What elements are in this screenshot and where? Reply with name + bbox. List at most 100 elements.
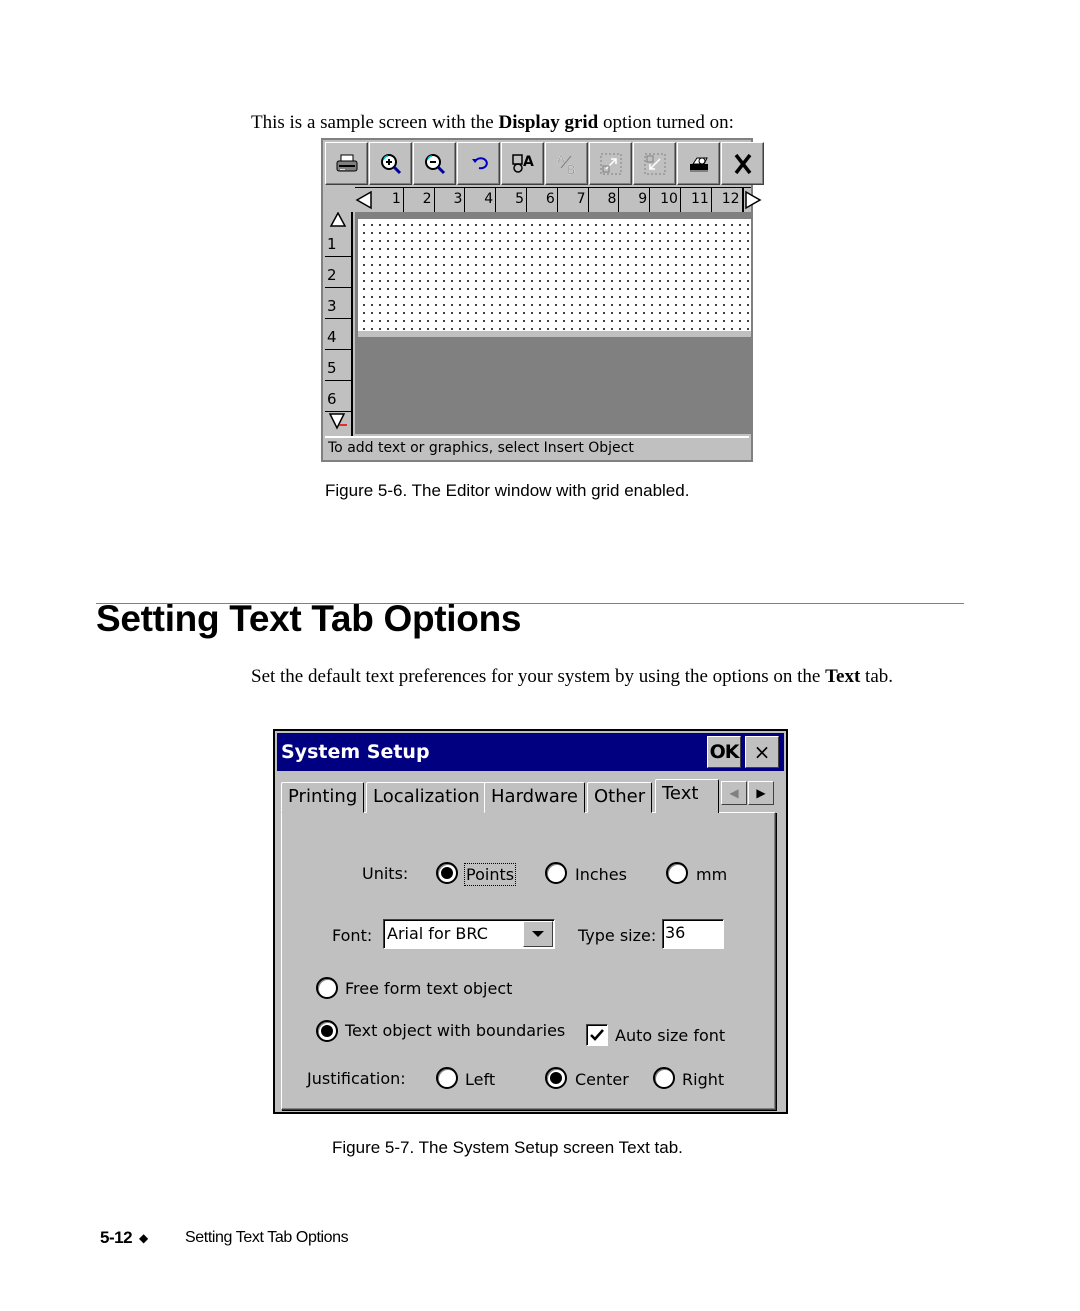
vertical-ruler: 123456 [325, 212, 353, 436]
print-preview-button[interactable] [677, 142, 720, 185]
editor-toolbar: A AB [325, 142, 765, 186]
ruler-tick: 5 [496, 188, 527, 212]
close-button[interactable]: × [745, 736, 779, 768]
label-canvas-area[interactable] [355, 212, 751, 434]
with-boundaries-radio[interactable] [316, 1020, 338, 1042]
insert-object-button[interactable]: A [501, 142, 544, 185]
label-grid[interactable] [358, 219, 751, 337]
triangle-right-icon [744, 190, 762, 210]
checkmark-icon [590, 1029, 604, 1041]
scroll-down-button[interactable] [325, 412, 351, 430]
status-bar: To add text or graphics, select Insert O… [325, 436, 749, 458]
chevron-down-icon [532, 931, 544, 937]
svg-text:B: B [567, 163, 575, 177]
font-dropdown-button[interactable] [523, 921, 553, 947]
justify-left-radio[interactable] [436, 1067, 458, 1089]
auto-size-label[interactable]: Auto size font [615, 1026, 725, 1045]
auto-size-checkbox[interactable] [586, 1024, 608, 1046]
ruler-tick: 7 [558, 188, 589, 212]
ruler-tick: 4 [465, 188, 497, 212]
units-mm-radio[interactable] [666, 862, 688, 884]
undo-button[interactable] [457, 142, 500, 185]
move-object-button[interactable] [633, 142, 676, 185]
ruler-tick: 3 [325, 288, 351, 319]
tab-scroll-right-button[interactable]: ▶ [748, 781, 774, 805]
text-properties-button[interactable]: AB [545, 142, 588, 185]
ruler-tick: 1 [325, 226, 351, 257]
arrow-left-icon: ◀ [729, 785, 739, 800]
print-preview-icon [689, 157, 708, 172]
system-setup-dialog: System Setup OK × Units: Points Inches m… [273, 729, 788, 1114]
tab-scroll-left-button[interactable]: ◀ [721, 781, 747, 805]
resize-object-icon [600, 153, 621, 174]
print-button[interactable] [325, 142, 368, 185]
close-icon: × [753, 740, 771, 764]
font-label: Font: [332, 926, 373, 945]
free-form-label[interactable]: Free form text object [345, 979, 512, 998]
vertical-ruler-ticks: 123456 [325, 226, 351, 412]
ok-button[interactable]: OK [707, 736, 741, 768]
close-icon [734, 153, 751, 174]
tab-text[interactable]: Text [655, 779, 719, 813]
section-heading: Setting Text Tab Options [96, 598, 522, 639]
horizontal-ruler-ticks: 1 2 3 4 5 6 7 8 9 10 11 12 [373, 188, 743, 212]
text-tab-panel: Units: Points Inches mm Font: Arial for … [281, 812, 776, 1110]
type-size-input[interactable]: 36 [662, 919, 724, 949]
dialog-title: System Setup [281, 741, 430, 763]
resize-object-button[interactable] [589, 142, 632, 185]
undo-icon [471, 156, 488, 169]
justify-right-radio[interactable] [653, 1067, 675, 1089]
ruler-tick: 2 [404, 188, 435, 212]
free-form-radio[interactable] [316, 977, 338, 999]
page-number: 5-12 [100, 1228, 133, 1247]
svg-text:A: A [557, 153, 566, 167]
ruler-tick: 12 [712, 188, 743, 212]
ruler-tick: 3 [435, 188, 466, 212]
units-points-label[interactable]: Points [463, 863, 517, 886]
tab-printing[interactable]: Printing [281, 782, 365, 813]
ruler-tick: 1 [373, 188, 404, 212]
scroll-right-button[interactable] [742, 188, 762, 212]
ruler-tick: 8 [589, 188, 620, 212]
body-paragraph: Set the default text preferences for you… [251, 664, 951, 690]
units-inches-label[interactable]: Inches [575, 865, 627, 884]
tab-other[interactable]: Other [587, 782, 653, 813]
ruler-tick: 4 [325, 319, 351, 350]
units-label: Units: [362, 864, 409, 883]
intro-text-end: option turned on: [598, 112, 734, 133]
print-icon [336, 154, 357, 171]
move-object-icon [644, 153, 665, 174]
zoom-out-button[interactable] [413, 142, 456, 185]
scroll-up-button[interactable] [325, 212, 351, 227]
diamond-icon: ◆ [139, 1231, 149, 1245]
intro-paragraph: This is a sample screen with the Display… [251, 112, 734, 134]
tab-hardware[interactable]: Hardware [484, 782, 585, 813]
justify-center-label[interactable]: Center [575, 1070, 629, 1089]
units-points-radio[interactable] [436, 862, 458, 884]
ruler-tick: 2 [325, 257, 351, 288]
intro-bold-term: Display grid [498, 112, 599, 133]
body-text-end: tab. [860, 666, 894, 687]
tab-localization[interactable]: Localization [366, 782, 487, 813]
ruler-tick: 6 [325, 381, 351, 412]
zoom-in-icon [380, 153, 401, 174]
units-mm-label[interactable]: mm [696, 865, 727, 884]
justify-right-label[interactable]: Right [682, 1070, 724, 1089]
triangle-left-icon [355, 190, 372, 210]
triangle-down-icon [328, 413, 347, 430]
text-properties-icon: AB [556, 152, 575, 177]
insert-object-icon: A [511, 154, 534, 173]
zoom-in-button[interactable] [369, 142, 412, 185]
font-dropdown[interactable]: Arial for BRC [383, 919, 555, 949]
with-boundaries-label[interactable]: Text object with boundaries [345, 1021, 565, 1040]
figure-caption: Figure 5-7. The System Setup screen Text… [332, 1138, 683, 1157]
scroll-left-button[interactable] [355, 188, 373, 212]
footer-section-title: Setting Text Tab Options [185, 1229, 349, 1246]
justify-left-label[interactable]: Left [465, 1070, 495, 1089]
units-inches-radio[interactable] [545, 862, 567, 884]
zoom-out-icon [424, 153, 445, 174]
font-dropdown-value: Arial for BRC [387, 924, 488, 943]
figure-caption: Figure 5-6. The Editor window with grid … [325, 481, 690, 500]
justify-center-radio[interactable] [545, 1067, 567, 1089]
close-editor-button[interactable] [721, 142, 764, 185]
